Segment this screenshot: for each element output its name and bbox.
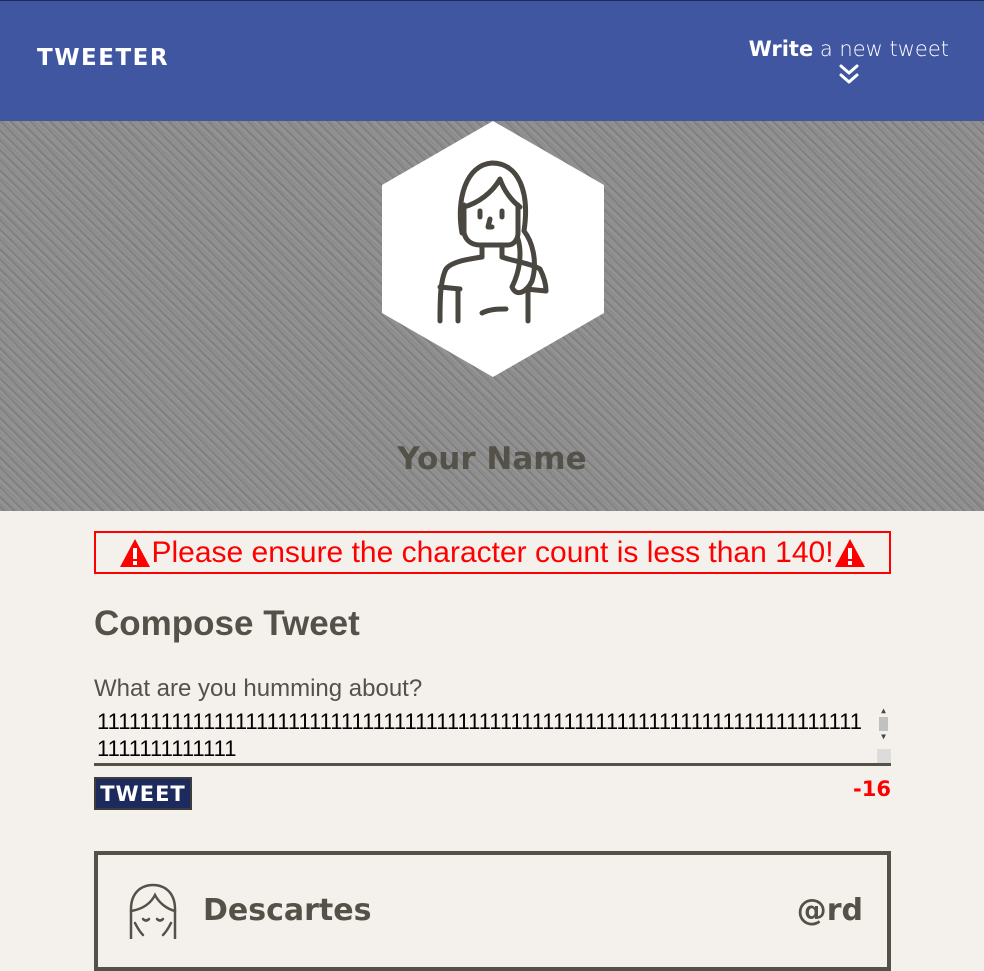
scroll-down-arrow-icon[interactable]: ▼ — [876, 731, 891, 743]
new-tweet-label: a new tweet — [813, 37, 949, 61]
error-banner: Please ensure the character count is les… — [94, 531, 891, 574]
warning-icon — [834, 538, 865, 567]
profile-header: Your Name — [0, 121, 984, 511]
compose-title: Compose Tweet — [94, 604, 360, 643]
man-avatar-icon — [129, 883, 177, 939]
tweet-text-value[interactable]: 1111111111111111111111111111111111111111… — [97, 708, 871, 764]
tweet-author-name: Descartes — [203, 893, 372, 928]
write-label: Write — [748, 37, 814, 61]
scroll-thumb[interactable] — [879, 717, 888, 731]
tweet-card: Descartes @rd — [94, 851, 891, 971]
profile-name: Your Name — [397, 441, 587, 477]
error-message: Please ensure the character count is les… — [151, 535, 834, 569]
tweet-button[interactable]: TWEET — [94, 777, 192, 810]
woman-avatar-icon — [382, 121, 604, 377]
scroll-up-arrow-icon[interactable]: ▲ — [876, 705, 891, 717]
double-chevron-down-icon — [839, 64, 859, 84]
resize-grip-icon[interactable] — [877, 749, 891, 763]
warning-icon — [120, 538, 151, 567]
top-nav: TWEETER Write a new tweet — [0, 0, 984, 121]
tweet-textarea[interactable]: 1111111111111111111111111111111111111111… — [94, 705, 891, 766]
character-counter: -16 — [853, 777, 891, 801]
write-tweet-toggle[interactable]: Write a new tweet — [749, 37, 949, 85]
brand-logo[interactable]: TWEETER — [37, 45, 169, 71]
tweet-input-label: What are you humming about? — [94, 675, 423, 702]
tweet-author-handle: @rd — [796, 893, 863, 928]
